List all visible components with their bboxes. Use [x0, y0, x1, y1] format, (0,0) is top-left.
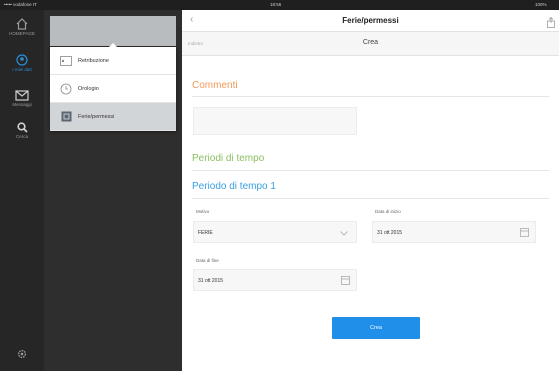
divider	[192, 96, 549, 97]
reason-select[interactable]: FERIE	[193, 221, 357, 243]
gear-icon	[17, 349, 27, 359]
top-bar: ‹ Ferie/permessi	[182, 10, 559, 32]
end-date-value: 31 ott 2015	[198, 278, 224, 284]
start-date-field[interactable]: 31 ott 2015	[372, 221, 536, 243]
sidebar-item-label: I miei dati	[12, 67, 32, 72]
document-icon	[59, 54, 73, 68]
chevron-down-icon	[340, 231, 348, 236]
menu-item-retribuzione[interactable]: Retribuzione	[50, 47, 176, 75]
start-date-value: 31 ott 2015	[377, 230, 403, 236]
main-content: ‹ Ferie/permessi Indietro Crea Commenti …	[182, 10, 559, 371]
home-icon	[16, 18, 28, 30]
sidebar-item-label: HOMEPAGE	[9, 31, 35, 36]
sidebar: HOMEPAGE I miei dati Messaggi Cerca	[0, 10, 44, 371]
calendar-icon	[520, 228, 529, 237]
clock-label: 18:56	[270, 2, 282, 7]
sidebar-item-my-data[interactable]: I miei dati	[0, 54, 44, 72]
calendar-icon	[59, 110, 73, 124]
menu-item-label: Retribuzione	[78, 57, 109, 64]
menu-item-orologio[interactable]: Orologio	[50, 75, 176, 103]
user-icon	[16, 54, 28, 66]
menu-item-label: Orologio	[78, 85, 99, 92]
reason-value: FERIE	[198, 230, 213, 236]
battery-label: 100%	[535, 2, 547, 7]
start-date-label: Data di inizio	[375, 209, 401, 214]
sub-bar: Indietro Crea	[182, 32, 559, 56]
menu-item-ferie-permessi[interactable]: Ferie/permessi	[50, 103, 176, 131]
periods-title: Periodi di tempo	[192, 153, 265, 164]
status-bar: ••••• vodafone IT 18:56 100%	[0, 0, 559, 10]
period-1-title: Periodo di tempo 1	[192, 181, 276, 192]
mail-icon	[15, 90, 29, 101]
comments-input[interactable]	[193, 107, 357, 135]
sidebar-item-label: Messaggi	[12, 102, 32, 107]
clock-icon	[59, 82, 73, 96]
sidebar-item-messages[interactable]: Messaggi	[0, 90, 44, 107]
sidebar-item-search[interactable]: Cerca	[0, 122, 44, 139]
search-icon	[16, 122, 28, 133]
page-title: Ferie/permessi	[342, 16, 399, 25]
sidebar-item-home[interactable]: HOMEPAGE	[0, 18, 44, 36]
reason-label: Motivo	[196, 209, 210, 214]
end-date-label: Data di fine	[196, 258, 219, 263]
share-icon[interactable]	[547, 15, 555, 33]
popover-menu: Retribuzione Orologio Ferie/permessi	[50, 43, 176, 131]
carrier-label: ••••• vodafone IT	[4, 2, 37, 7]
divider	[192, 170, 549, 171]
divider	[192, 198, 549, 199]
end-date-field[interactable]: 31 ott 2015	[193, 269, 357, 291]
settings-button[interactable]	[0, 348, 44, 361]
create-button[interactable]: Crea	[332, 317, 420, 339]
subbar-title: Crea	[362, 39, 379, 46]
calendar-icon	[341, 276, 350, 285]
menu-item-label: Ferie/permessi	[78, 113, 115, 120]
panel-header	[50, 16, 176, 46]
sidebar-item-label: Cerca	[15, 134, 28, 139]
comments-title: Commenti	[192, 80, 238, 91]
